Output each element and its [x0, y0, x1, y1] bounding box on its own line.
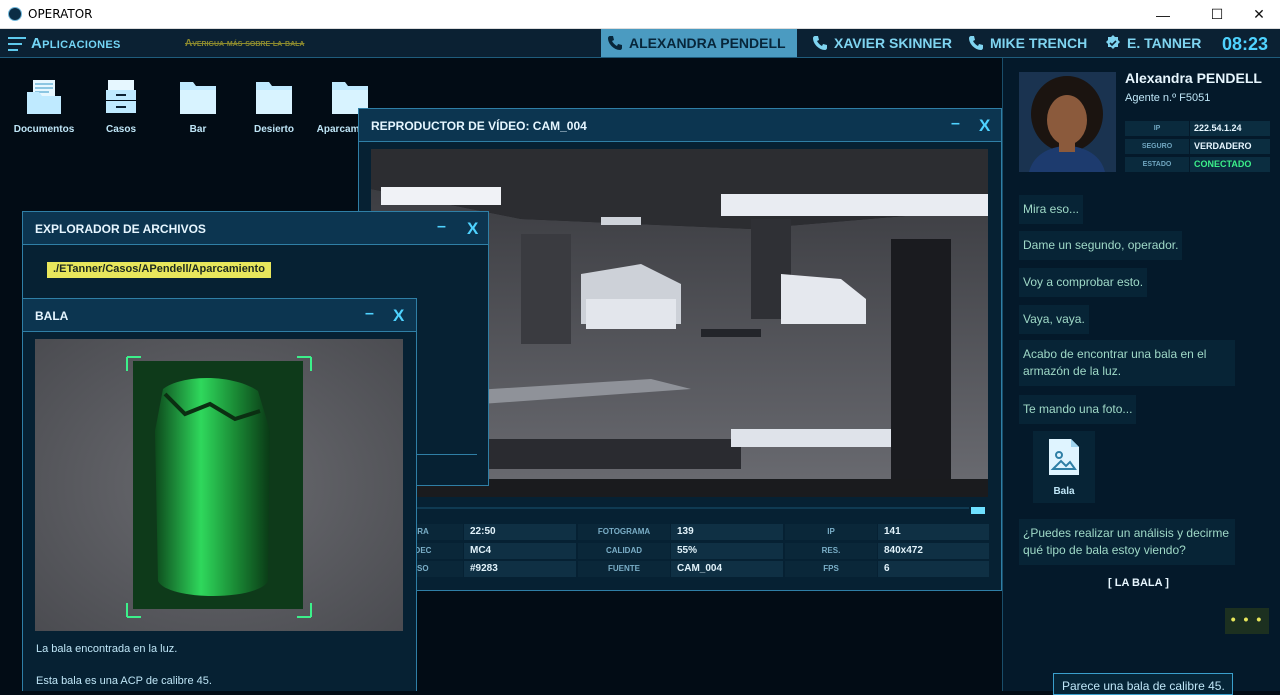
info-key: IP — [1125, 121, 1189, 136]
reply-option-button[interactable]: Parece una bala de calibre 45. — [1053, 673, 1233, 695]
window-title: BALA — [35, 309, 69, 323]
video-progress-track[interactable] — [371, 507, 969, 509]
maximize-button[interactable]: ☐ — [1194, 0, 1240, 29]
contact-name: E. TANNER — [1127, 35, 1202, 51]
avatar — [1019, 72, 1116, 172]
window-title: REPRODUCTOR DE VÍDEO: CAM_004 — [371, 119, 587, 133]
bullet-caption: La bala encontrada en la luz. — [36, 643, 178, 655]
close-window-button[interactable]: X — [467, 219, 481, 238]
window-title: EXPLORADOR DE ARCHIVOS — [35, 222, 206, 236]
app-icon — [8, 7, 22, 21]
phone-icon — [812, 35, 828, 51]
agent-name: Alexandra PENDELL — [1125, 70, 1262, 86]
close-button[interactable]: ✕ — [1236, 0, 1280, 29]
stat-value: 141 — [878, 524, 989, 540]
close-window-button[interactable]: X — [979, 116, 993, 135]
response-option[interactable]: [ LA BALA ] — [1108, 577, 1169, 589]
badge-icon — [1105, 35, 1121, 51]
desktop-icon-bar[interactable]: Bar — [162, 78, 234, 135]
minimize-window-button[interactable]: – — [365, 306, 377, 322]
cabinet-icon — [102, 78, 140, 113]
window-header[interactable]: BALA – X — [23, 299, 416, 332]
contact-alexandra-pendell[interactable]: ALEXANDRA PENDELL — [601, 29, 797, 57]
applications-menu[interactable]: Aplicaciones — [31, 35, 121, 52]
info-key: ESTADO — [1125, 157, 1189, 172]
stat-key: FOTOGRAMA — [578, 524, 670, 540]
info-value: 222.54.1.24 — [1190, 121, 1270, 136]
contact-name: MIKE TRENCH — [990, 35, 1088, 51]
bullet-photo — [35, 339, 403, 631]
bullet-description: Esta bala es una ACP de calibre 45. — [36, 675, 212, 687]
folder-documents-icon — [25, 78, 63, 114]
stat-value: 840x472 — [878, 543, 989, 559]
stat-value: 139 — [671, 524, 783, 540]
minimize-window-button[interactable]: – — [437, 219, 449, 235]
video-progress-handle[interactable] — [971, 507, 985, 514]
info-value: VERDADERO — [1190, 139, 1270, 154]
stat-value: 55% — [671, 543, 783, 559]
folder-icon — [255, 78, 293, 114]
desktop-icon-label: Desierto — [253, 124, 294, 135]
chat-panel: Alexandra PENDELL Agente n.º F5051 IP 22… — [1002, 58, 1280, 695]
contact-xavier-skinner[interactable]: XAVIER SKINNER — [812, 29, 952, 57]
chat-message: Acabo de encontrar una bala en el armazó… — [1019, 340, 1235, 386]
stat-key: CALIDAD — [578, 543, 670, 559]
folder-icon — [331, 78, 369, 114]
stat-key: FPS — [785, 561, 877, 577]
desktop-icon-label: Casos — [105, 124, 136, 135]
contact-name: ALEXANDRA PENDELL — [629, 35, 786, 51]
minimize-button[interactable]: — — [1140, 0, 1186, 29]
contact-name: XAVIER SKINNER — [834, 35, 952, 51]
window-header[interactable]: REPRODUCTOR DE VÍDEO: CAM_004 – X — [359, 109, 1001, 142]
attachment-label: Bala — [1053, 486, 1075, 497]
folder-icon — [179, 78, 217, 114]
image-file-icon — [1049, 439, 1079, 475]
contact-mike-trench[interactable]: MIKE TRENCH — [968, 29, 1087, 57]
photo-attachment[interactable]: Bala — [1033, 431, 1095, 503]
stat-value: 22:50 — [464, 524, 576, 540]
desktop-icon-desierto[interactable]: Desierto — [238, 78, 310, 135]
desktop-icon-casos[interactable]: Casos — [85, 78, 157, 135]
stat-value: 6 — [878, 561, 989, 577]
window-titlebar: OPERATOR — ☐ ✕ — [0, 0, 1280, 29]
chat-message: Vaya, vaya. — [1019, 305, 1089, 334]
stat-value: #9283 — [464, 561, 576, 577]
desktop-icon-label: Bar — [189, 124, 207, 135]
stat-key: IP — [785, 524, 877, 540]
chat-message: Voy a comprobar esto. — [1019, 268, 1148, 297]
objective-text: Averigua más sobre la bala — [185, 38, 305, 49]
chat-message: ¿Puedes realizar un análisis y decirme q… — [1019, 519, 1235, 565]
breadcrumb-path[interactable]: ./ETanner/Casos/APendell/Aparcamiento — [47, 262, 271, 278]
menu-icon[interactable] — [8, 37, 26, 51]
phone-icon — [607, 35, 623, 51]
window-header[interactable]: EXPLORADOR DE ARCHIVOS – X — [23, 212, 488, 245]
status-value: CONECTADO — [1190, 157, 1270, 172]
info-key: SEGURO — [1125, 139, 1189, 154]
stat-key: RES. — [785, 543, 877, 559]
top-bar: Aplicaciones Averigua más sobre la bala … — [0, 29, 1280, 58]
divider — [417, 454, 477, 455]
desktop-icon-label: Documentos — [13, 124, 75, 135]
chat-message: Te mando una foto... — [1019, 395, 1137, 424]
clock: 08:23 — [1222, 34, 1269, 54]
typing-indicator: • • • — [1225, 608, 1269, 634]
window-title: OPERATOR — [28, 7, 93, 21]
chat-message: Mira eso... — [1019, 195, 1084, 224]
close-window-button[interactable]: X — [393, 306, 407, 325]
minimize-window-button[interactable]: – — [951, 116, 963, 132]
contact-e-tanner[interactable]: E. TANNER — [1105, 29, 1201, 57]
bala-image-window: BALA – X La bala encontrada en la luz. E… — [22, 298, 417, 691]
chat-message: Dame un segundo, operador. — [1019, 231, 1183, 260]
stat-value: MC4 — [464, 543, 576, 559]
desktop-icon-documentos[interactable]: Documentos — [8, 78, 80, 135]
stat-value: CAM_004 — [671, 561, 783, 577]
phone-icon — [968, 35, 984, 51]
stat-key: FUENTE — [578, 561, 670, 577]
agent-number: Agente n.º F5051 — [1125, 92, 1211, 104]
